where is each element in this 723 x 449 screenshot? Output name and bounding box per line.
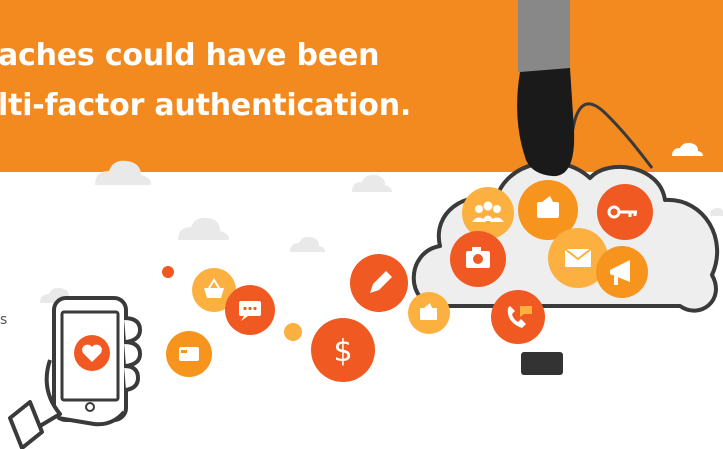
people-icon [462, 187, 514, 239]
key-icon [597, 184, 653, 240]
megaphone-icon [596, 246, 648, 298]
camera-icon [450, 231, 506, 287]
dollar-icon: $ [311, 318, 375, 382]
svg-text:$: $ [333, 334, 352, 369]
heart-icon [74, 335, 110, 371]
chat-icon [225, 285, 275, 335]
dot-decoration [162, 266, 174, 278]
illustration: $ [8, 0, 723, 449]
connector-line [570, 102, 654, 169]
card-icon [166, 331, 212, 377]
hand-icon [517, 0, 575, 177]
pencil-icon [350, 254, 408, 312]
dot-decoration [284, 323, 302, 341]
cloud-base [521, 352, 563, 375]
phone-icon [491, 290, 545, 344]
wallet-icon [408, 292, 450, 334]
